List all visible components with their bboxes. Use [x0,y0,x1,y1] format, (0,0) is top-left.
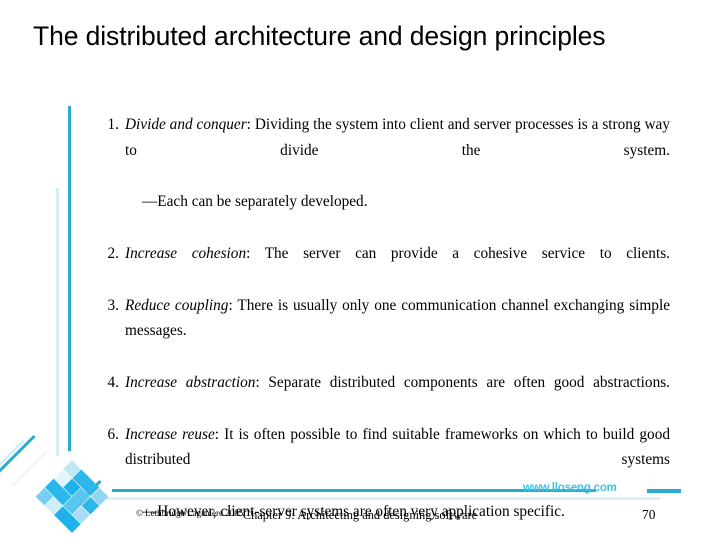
logo-tile [63,478,81,497]
list-item-term: Increase cohesion [125,244,247,262]
footer-rule-light-diagonal [72,487,91,506]
list-item-number: 2. [107,244,119,262]
list-item-separator: : [255,373,269,391]
list-item-text: Reduce coupling: There is usually only o… [125,293,670,370]
list-item-number: 4. [107,373,119,391]
accent-vertical-line-diagonal [0,434,36,474]
list-item-separator: : [246,116,255,133]
list-item: 1. Divide and conquer: Dividing the syst… [98,112,670,189]
logo-tile [54,469,72,487]
accent-vertical-line-light-diagonal [0,439,25,479]
list-item-term: Increase abstraction [125,373,256,391]
list-item: 3. Reduce coupling: There is usually onl… [98,293,670,370]
logo-tile [72,469,100,497]
list-item-body: The server can provide a cohesive servic… [264,244,670,262]
slide-canvas: The distributed architecture and design … [0,0,720,540]
bullet-list: 1. Divide and conquer: Dividing the syst… [98,112,671,540]
accent-vertical-line-light [56,188,59,456]
accent-diagonal-pale [11,451,47,487]
list-item-number: 6. [107,425,119,443]
list-item-term: Reduce coupling [125,296,229,314]
list-item-number: 3. [107,296,119,314]
footer-page-number: 70 [642,507,656,522]
list-item-text: Increase abstraction: Separate distribut… [125,370,670,422]
sub-bullet-text: —Each can be separately developed. [142,193,368,211]
accent-vertical-line [68,106,71,451]
list-item-body: Separate distributed components are ofte… [268,373,671,391]
page-title: The distributed architecture and design … [33,21,606,51]
list-item-separator: : [214,425,225,443]
list-item-text: Divide and conquer: Dividing the system … [125,112,670,189]
list-item-term: Increase reuse [125,425,215,443]
list-item-separator: : [246,244,265,262]
list-item-term: Divide and conquer [125,116,247,133]
logo-tile [63,460,81,478]
logo-tile [44,478,72,506]
sub-bullet: —Each can be separately developed. [142,189,670,241]
list-item-number: 1. [107,116,119,133]
footer-url[interactable]: www.lloseng.com [523,482,617,494]
logo-tile [35,487,54,506]
footer-chapter-title: Chapter 9: Architecting and designing so… [242,508,478,522]
list-item-text: Increase cohesion: The server can provid… [125,241,670,293]
list-item-separator: : [228,296,238,314]
list-item: 2. Increase cohesion: The server can pro… [98,241,670,293]
list-item: 4. Increase abstraction: Separate distri… [98,370,671,422]
